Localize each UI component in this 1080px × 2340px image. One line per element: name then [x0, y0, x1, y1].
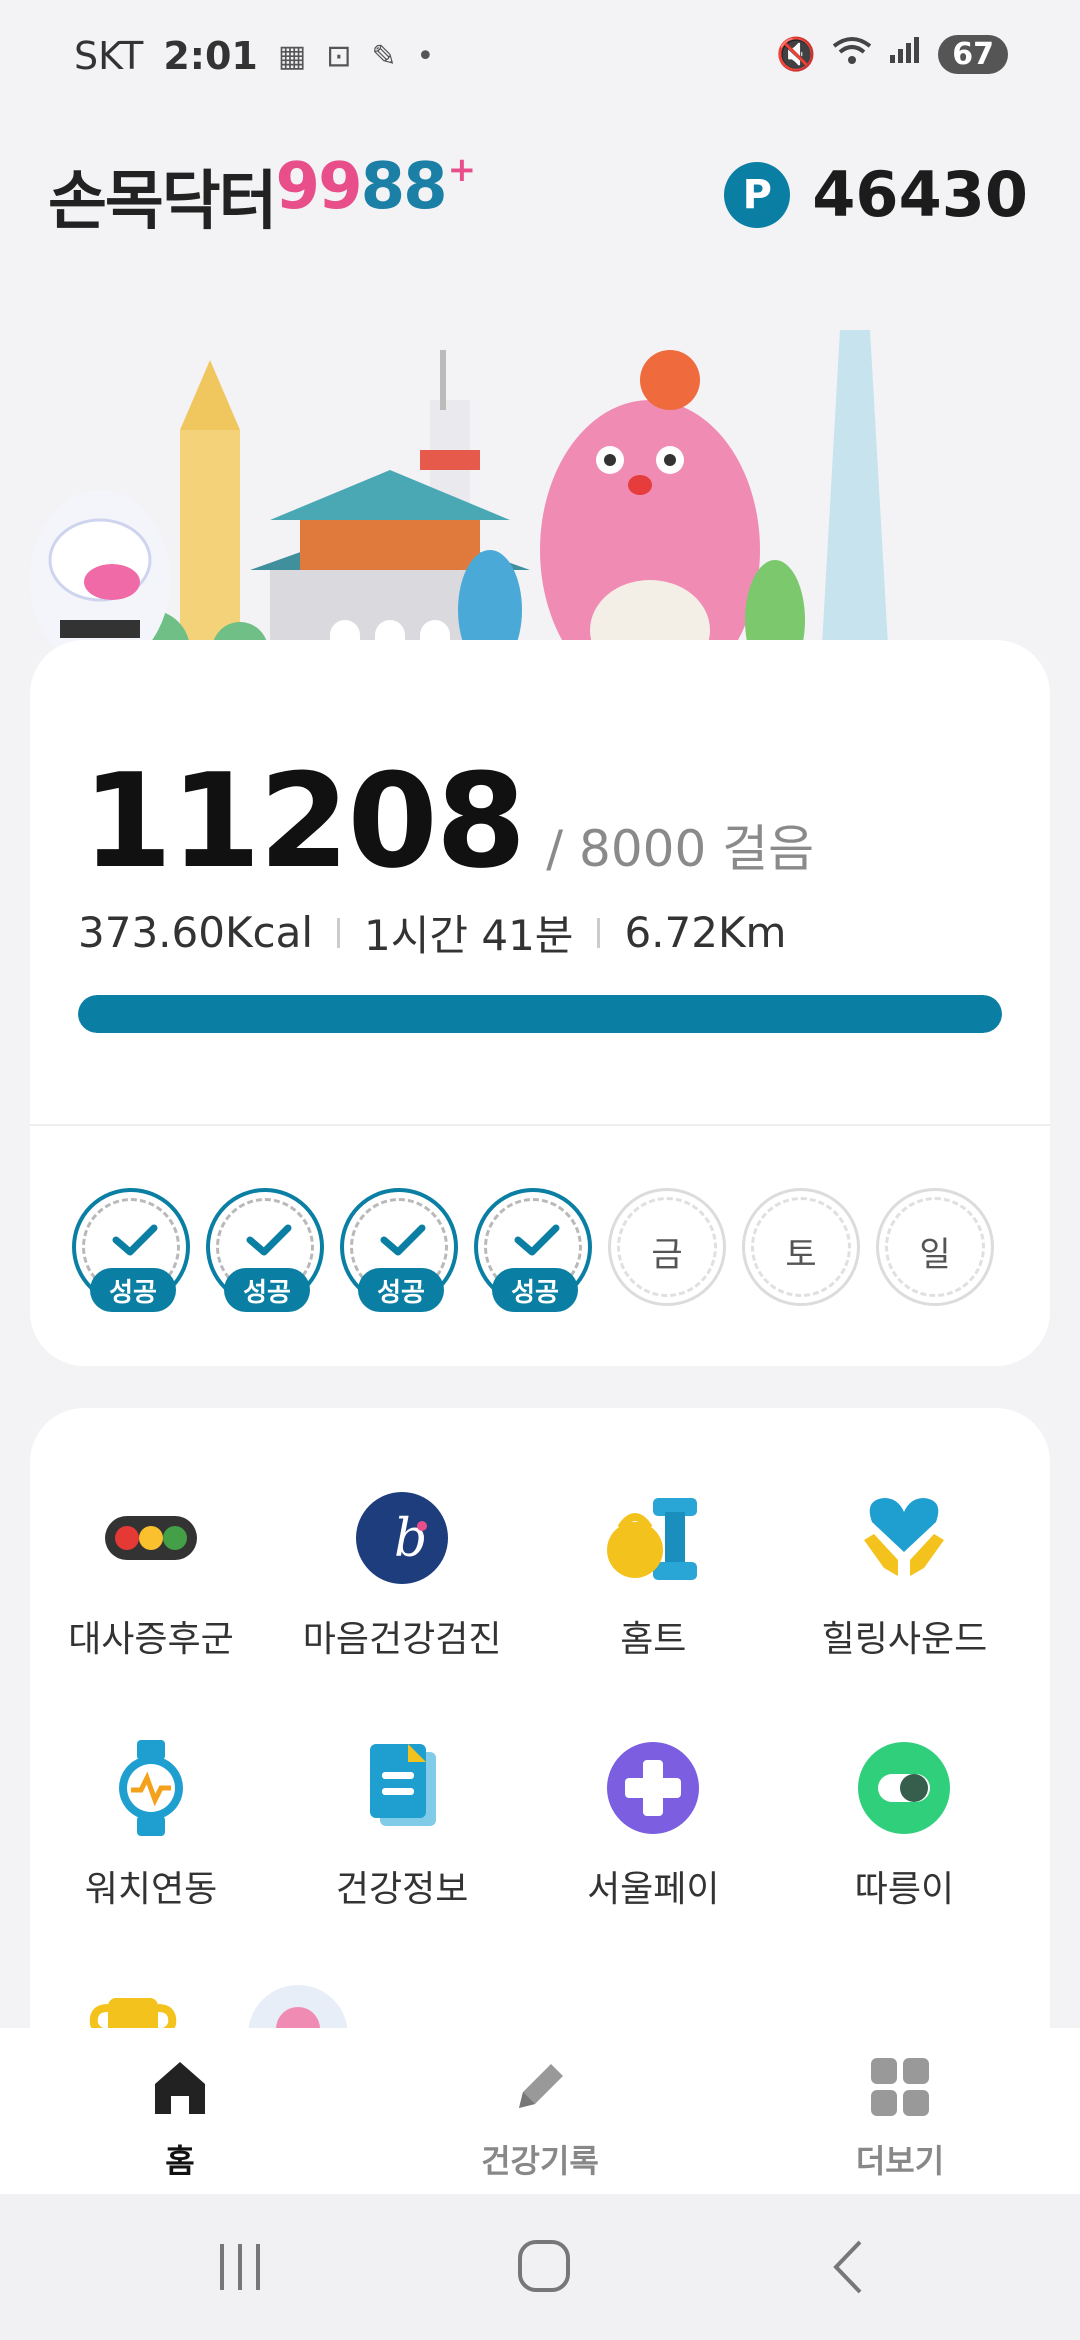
weekday-label: 금 [651, 1235, 683, 1275]
logo-text: 손목닥터 [48, 165, 278, 239]
weekday-badge: 성공 [206, 1188, 324, 1312]
mind-check-icon: b [352, 1488, 452, 1588]
weekday-badge: 성공 [340, 1188, 458, 1312]
weekday-badge: 금 [608, 1188, 726, 1306]
logo-plus: + [447, 150, 476, 190]
menu-item-label: 따릉이 [854, 1869, 955, 1910]
pencil-icon [519, 2064, 563, 2108]
screenshot-icon: ⊡ [326, 38, 352, 74]
menu-item-label: 건강정보 [335, 1869, 469, 1910]
menu-item[interactable]: 서울페이 [532, 1738, 774, 1912]
menu-item[interactable]: 홈트 [532, 1488, 774, 1662]
hero-illustration [30, 330, 890, 680]
home-button-icon[interactable] [516, 2238, 572, 2294]
checkmark-icon [112, 1224, 158, 1256]
nav-more[interactable]: 더보기 [800, 2052, 1000, 2182]
status-left: SKT 2:01 ▦ ⊡ ✎ • [74, 34, 434, 78]
menu-item[interactable]: 워치연동 [30, 1738, 272, 1912]
card-divider [30, 1124, 1050, 1126]
nav-home[interactable]: 홈 [80, 2052, 280, 2182]
nav-home-label: 홈 [165, 2142, 195, 2180]
weekday-label: 토 [785, 1235, 817, 1275]
heart-hands-icon [854, 1488, 954, 1588]
document-icon [352, 1738, 452, 1838]
weekday-badge: 일 [876, 1188, 994, 1306]
bottom-navigation: 홈 건강기록 더보기 [0, 2028, 1080, 2194]
clock: 2:01 [163, 34, 258, 78]
nav-health-records-label: 건강기록 [481, 2142, 599, 2180]
success-badge: 성공 [90, 1268, 176, 1312]
points-value: 46430 [812, 158, 1028, 231]
kettlebell-icon [603, 1488, 703, 1588]
nav-health-records[interactable]: 건강기록 [440, 2052, 640, 2182]
dot-icon: • [416, 38, 435, 74]
nav-more-label: 더보기 [855, 2142, 945, 2180]
checkmark-icon [380, 1224, 426, 1256]
step-progress-bar [78, 995, 1002, 1033]
menu-item[interactable]: 따릉이 [783, 1738, 1025, 1912]
mute-icon: 🔇 [776, 35, 817, 73]
points-icon: P [724, 161, 791, 228]
battery-level: 67 [952, 36, 994, 72]
pen-icon: ✎ [371, 38, 397, 74]
weekday-badge: 토 [742, 1188, 860, 1306]
svg-text:b: b [394, 1509, 427, 1569]
weekday-badge: 성공 [474, 1188, 592, 1312]
checkmark-icon [514, 1224, 560, 1256]
menu-item-label: 워치연동 [84, 1869, 218, 1910]
menu-item-label: 마음건강검진 [302, 1619, 502, 1660]
logo-number-88: 88 [360, 150, 448, 224]
steps-summary: 11208 / 8000 걸음 [82, 745, 814, 897]
recent-apps-icon[interactable] [216, 2240, 266, 2294]
battery-indicator: 67 [938, 34, 1008, 74]
weekday-badge: 성공 [72, 1188, 190, 1312]
app-logo: 손목닥터 99 88 + [48, 150, 476, 242]
status-bar: SKT 2:01 ▦ ⊡ ✎ • 🔇 67 [0, 0, 1080, 120]
menu-item[interactable]: 힐링사운드 [783, 1488, 1025, 1662]
grid-icon [871, 2058, 929, 2116]
menu-item-label: 홈트 [620, 1619, 687, 1660]
qr-icon: ▦ [277, 38, 307, 74]
seoul-pay-icon [603, 1738, 703, 1838]
activity-stats: 373.60Kcal 1시간 41분 6.72Km [78, 902, 786, 963]
system-navigation-bar [0, 2194, 1080, 2340]
distance-value: 6.72Km [624, 908, 787, 957]
menu-item-label: 대사증후군 [68, 1619, 234, 1660]
bike-share-icon [854, 1738, 954, 1838]
menu-item-label: 서울페이 [587, 1869, 720, 1910]
weekly-progress: 성공 성공 성공 성공 금 토 일 [72, 1188, 994, 1312]
signal-icon [888, 35, 922, 73]
stats-divider [597, 917, 601, 948]
menu-item[interactable]: b 마음건강검진 [281, 1488, 523, 1662]
step-progress-fill [78, 995, 1002, 1033]
logo-number-99: 99 [275, 150, 363, 224]
success-badge: 성공 [224, 1268, 310, 1312]
weekday-label: 일 [919, 1235, 951, 1275]
points-display[interactable]: P 46430 [724, 158, 1028, 231]
checkmark-icon [246, 1224, 292, 1256]
home-icon [155, 2062, 205, 2114]
success-badge: 성공 [492, 1268, 578, 1312]
carrier-label: SKT [74, 34, 144, 78]
steps-card[interactable]: 11208 / 8000 걸음 373.60Kcal 1시간 41분 6.72K… [30, 640, 1050, 1366]
wifi-icon [832, 34, 872, 74]
smartwatch-icon [101, 1738, 201, 1838]
menu-item[interactable]: 건강정보 [281, 1738, 523, 1912]
stats-divider [337, 917, 340, 948]
status-right: 🔇 67 [776, 34, 1008, 74]
menu-item-label: 힐링사운드 [821, 1619, 988, 1660]
service-menu-card: 대사증후군 b 마음건강검진 홈트 힐링사운드워치연동 건강정보 서울페이 따릉이 [30, 1408, 1050, 2108]
calories-value: 373.60Kcal [78, 908, 313, 957]
success-badge: 성공 [358, 1268, 444, 1312]
duration-value: 1시간 41분 [364, 911, 574, 960]
back-icon[interactable] [828, 2238, 868, 2296]
step-goal: / 8000 걸음 [546, 820, 815, 878]
step-count: 11208 [82, 745, 526, 897]
traffic-light-icon [101, 1488, 201, 1588]
menu-item[interactable]: 대사증후군 [30, 1488, 272, 1662]
